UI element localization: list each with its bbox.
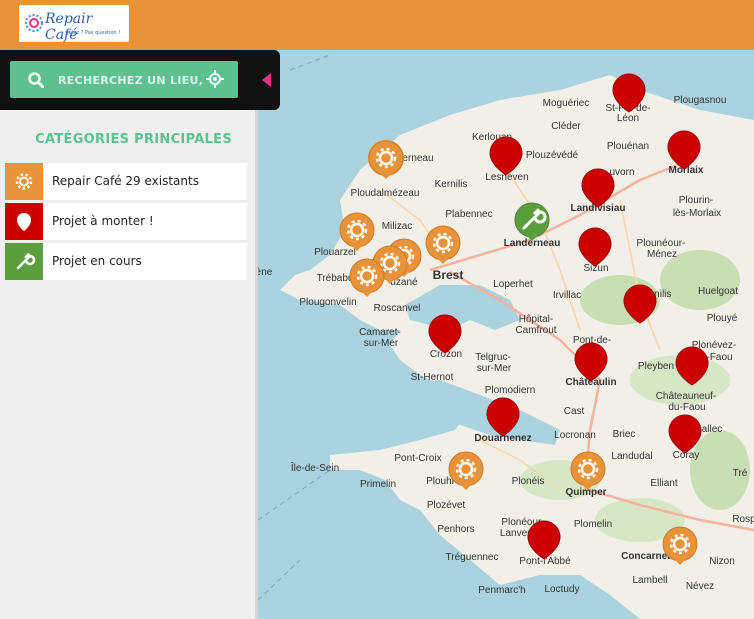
- label-kernilis: Kernilis: [435, 179, 468, 190]
- label-huelgoat: Huelgoat: [698, 286, 738, 297]
- label-scaer: allec: [702, 424, 723, 435]
- label-moguerieo: Moguériec: [543, 98, 590, 109]
- label-locronan: Locronan: [554, 430, 596, 441]
- label-plabennec: Plabennec: [445, 209, 492, 220]
- wrench-icon: [16, 253, 36, 270]
- label-pleyber: Plourin-: [679, 195, 713, 206]
- top-header: Repair Café Jetez ? Pas question !: [0, 0, 754, 50]
- label-loctudy: Loctudy: [544, 584, 579, 595]
- label-ploneis: Plonéis: [512, 476, 545, 487]
- label-pontcroix: Pont-Croix: [394, 453, 441, 464]
- label-roscanvel: Roscanvel: [374, 303, 421, 314]
- label-penhors: Penhors: [437, 524, 474, 535]
- category-projet-en-cours[interactable]: Projet en cours: [5, 243, 247, 280]
- label-plouenan: Plouénan: [607, 141, 649, 152]
- label-landudal: Landudal: [611, 451, 652, 462]
- label-telgruc: Telgruc-: [475, 352, 511, 363]
- label-irvillac: Irvillac: [553, 290, 581, 301]
- label-cast: Cast: [564, 406, 585, 417]
- categories-panel: CATÉGORIES PRINCIPALES Repair Café 29 ex…: [0, 110, 258, 619]
- label-iledesein: Île-de-Sein: [290, 461, 339, 474]
- search-icon[interactable]: [28, 72, 44, 88]
- label-plouhinec: Plouhi: [426, 476, 454, 487]
- search-box: [10, 61, 238, 98]
- repair-cafe-logo[interactable]: Repair Café Jetez ? Pas question !: [19, 5, 129, 42]
- label-briec: Briec: [613, 429, 636, 440]
- category-color-swatch: [5, 243, 43, 280]
- label-plozevet: Plozévet: [427, 500, 466, 511]
- label-plouneour: Plounéour-: [637, 238, 686, 249]
- label-camfrout: Camfrout: [515, 325, 556, 336]
- label-nizon: Nizon: [709, 556, 735, 567]
- label-pleyben: Pleyben: [638, 361, 674, 372]
- pin-icon: [17, 213, 31, 231]
- label-brest: Brest: [433, 268, 464, 282]
- label-penmarch: Penmarc'h: [478, 585, 526, 596]
- label-plouye: Plouyé: [707, 313, 738, 324]
- label-menez: Ménez: [647, 249, 677, 260]
- label-dufaou: du-Faou: [668, 402, 705, 413]
- category-color-swatch: [5, 163, 43, 200]
- label-treguennec: Tréguennec: [446, 552, 499, 563]
- label-lambell: Lambell: [632, 575, 667, 586]
- label-leon: Léon: [617, 113, 639, 124]
- label-henneu: erneau: [402, 153, 433, 164]
- map[interactable]: Moguériec St-Pol-de- Léon Plougasnou Ker…: [258, 50, 754, 619]
- label-surmer: sur-Mer: [364, 338, 399, 349]
- label-primelin: Primelin: [360, 479, 396, 490]
- logo-gear-icon: [25, 14, 43, 32]
- label-loperhet: Loperhet: [493, 279, 533, 290]
- label-erquilly: Tré: [733, 468, 748, 479]
- search-input[interactable]: [56, 67, 210, 93]
- category-label: Projet en cours: [52, 254, 142, 268]
- label-plouarzel: Plouarzel: [314, 247, 356, 258]
- label-chateauneuf: Châteauneuf-: [656, 391, 717, 402]
- label-plomelin: Plomelin: [574, 519, 612, 530]
- label-cleder: Cléder: [551, 121, 581, 132]
- label-sthernot: St-Hernot: [411, 372, 454, 383]
- label-ene: ène: [258, 267, 273, 278]
- gear-icon: [15, 173, 33, 190]
- label-milizac: Milizac: [382, 221, 413, 232]
- category-label: Projet à monter !: [52, 214, 154, 228]
- label-plougasnou: Plougasnou: [674, 95, 727, 106]
- label-vivron: uvorn: [609, 167, 634, 178]
- label-telgrucsm: sur-Mer: [477, 363, 512, 374]
- geolocate-icon[interactable]: [206, 70, 224, 88]
- label-quimper: Quimper: [565, 487, 606, 498]
- panel-title: CATÉGORIES PRINCIPALES: [35, 132, 232, 147]
- label-rosporden: Rosp: [732, 514, 754, 525]
- label-ploudalmezeau: Ploudalmézeau: [351, 188, 420, 199]
- label-nevez: Névez: [686, 581, 714, 592]
- logo-tagline: Jetez ? Pas question !: [67, 30, 121, 36]
- label-hopital: Hôpital-: [519, 314, 553, 325]
- category-projet-a-monter[interactable]: Projet à monter !: [5, 203, 247, 240]
- label-trebabu: Trébabu: [317, 273, 354, 284]
- label-plougonvelin: Plougonvelin: [299, 297, 356, 308]
- collapse-panel-arrow-icon[interactable]: [262, 73, 271, 87]
- category-repair-cafe[interactable]: Repair Café 29 existants: [5, 163, 247, 200]
- label-camaret: Camaret-: [359, 327, 401, 338]
- category-color-swatch: [5, 203, 43, 240]
- label-elliant: Elliant: [650, 478, 677, 489]
- search-bar: [0, 50, 280, 110]
- category-label: Repair Café 29 existants: [52, 174, 199, 188]
- label-plomodiern: Plomodiern: [485, 385, 536, 396]
- label-lesmorlaix: lès-Morlaix: [673, 208, 721, 219]
- label-plouzevede: Plouzévédé: [526, 150, 579, 161]
- logo-text: Repair Café: [45, 11, 93, 42]
